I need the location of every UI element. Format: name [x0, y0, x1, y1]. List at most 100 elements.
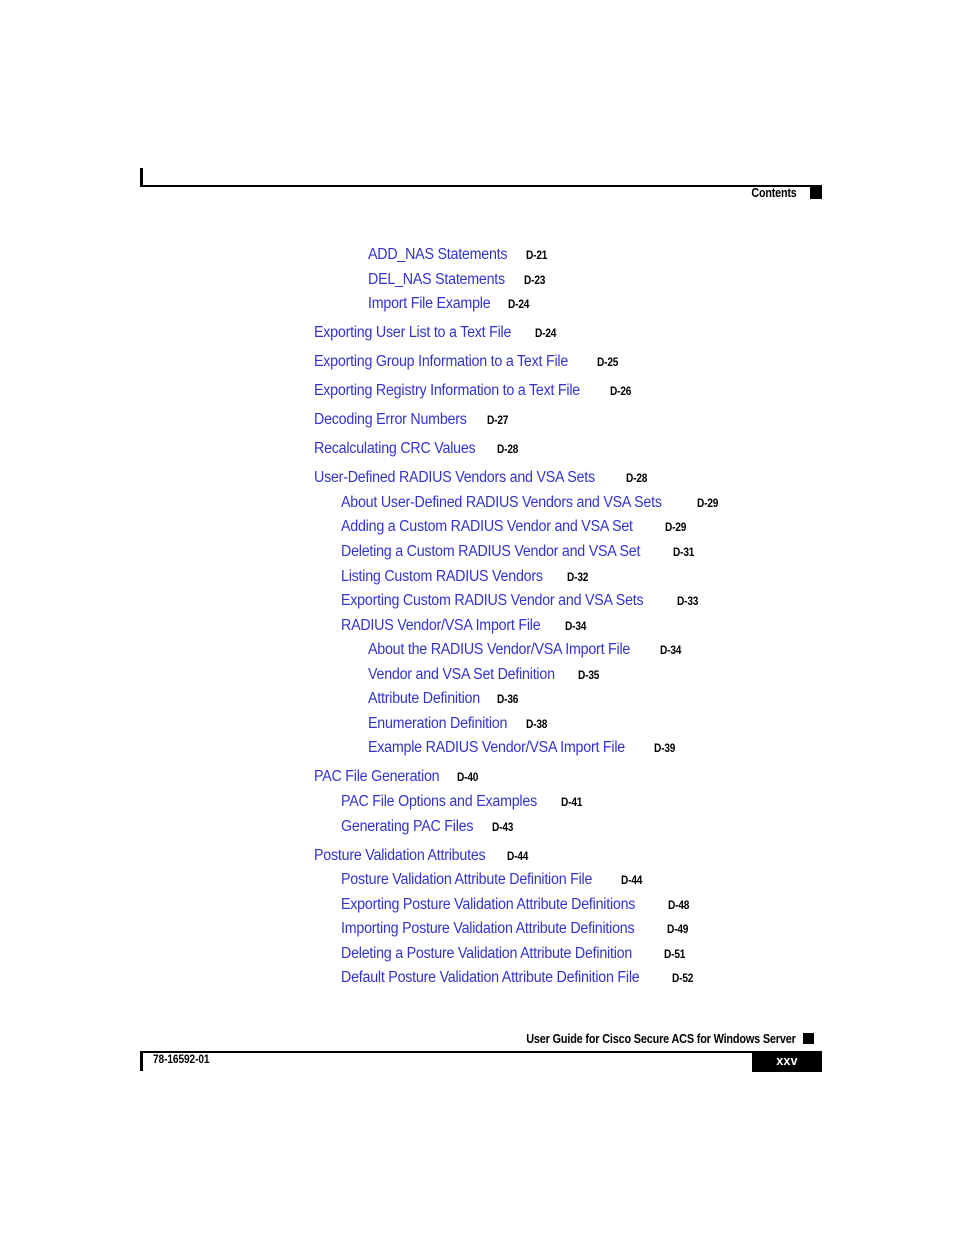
toc-entry[interactable]: Vendor and VSA Set Definition D-35 — [0, 663, 954, 688]
toc-entry-title: About User-Defined RADIUS Vendors and VS… — [341, 493, 662, 511]
toc-entry-title: Generating PAC Files — [341, 817, 474, 835]
toc-entry[interactable]: Attribute Definition D-36 — [0, 687, 954, 712]
toc-entry-title: Attribute Definition — [368, 690, 480, 708]
toc-entry[interactable]: Deleting a Custom RADIUS Vendor and VSA … — [0, 540, 954, 565]
toc-entry-page-number: D-26 — [610, 386, 632, 399]
toc-entry[interactable]: Example RADIUS Vendor/VSA Import File D-3… — [0, 736, 954, 761]
toc-entry[interactable]: Import File Example D-24 — [0, 292, 954, 317]
toc-entry-page-number: D-29 — [696, 497, 718, 510]
toc-entry[interactable]: Posture Validation Attribute Definition … — [0, 868, 954, 893]
toc-entry-title: Deleting a Custom RADIUS Vendor and VSA … — [341, 543, 641, 561]
document-page: Contents ADD_NAS Statements D-21 DEL_NAS S… — [0, 0, 954, 1235]
toc-entry[interactable]: Deleting a Posture Validation Attribute … — [0, 942, 954, 967]
toc-entry-page-number: D-48 — [667, 899, 690, 912]
toc-entry-page-number: D-43 — [491, 821, 513, 834]
toc-entry-page-number: D-28 — [626, 473, 648, 486]
toc-entry-title: PAC File Generation — [314, 768, 440, 786]
toc-entry-title: Decoding Error Numbers — [314, 411, 467, 429]
toc-entry-title: Exporting Custom RADIUS Vendor and VSA S… — [341, 592, 644, 610]
toc-entry[interactable]: Listing Custom RADIUS Vendors D-32 — [0, 565, 954, 590]
toc-entry-title: Deleting a Posture Validation Attribute … — [341, 944, 633, 962]
toc-entry[interactable]: Adding a Custom RADIUS Vendor and VSA Se… — [0, 515, 954, 540]
toc-entry[interactable]: Generating PAC Files D-43 — [0, 815, 954, 840]
toc-entry[interactable]: About User-Defined RADIUS Vendors and VS… — [0, 491, 954, 516]
toc-entry[interactable]: RADIUS Vendor/VSA Import File D-34 — [0, 614, 954, 639]
footer-book-title: User Guide for Cisco Secure ACS for Wind… — [526, 1032, 797, 1046]
toc-entry-page-number: D-23 — [523, 274, 546, 287]
toc-entry-page-number: D-31 — [673, 547, 695, 560]
toc-entry-page-number: D-38 — [526, 718, 548, 731]
toc-entry[interactable]: Exporting User List to a Text File D-24 — [0, 321, 954, 346]
footer-rule — [140, 1051, 822, 1053]
toc-entry[interactable]: Importing Posture Validation Attribute D… — [0, 917, 954, 942]
toc-entry[interactable]: Enumeration Definition D-38 — [0, 712, 954, 737]
toc-entry-title: Enumeration Definition — [368, 714, 508, 732]
toc-entry[interactable]: Exporting Posture Validation Attribute D… — [0, 893, 954, 918]
toc-entry[interactable]: Exporting Group Information to a Text Fi… — [0, 350, 954, 375]
toc-entry[interactable]: Exporting Registry Information to a Text… — [0, 379, 954, 404]
toc-entry-title: User-Defined RADIUS Vendors and VSA Sets — [314, 469, 595, 487]
toc-entry-page-number: D-24 — [535, 328, 557, 341]
toc-entry[interactable]: About the RADIUS Vendor/VSA Import File D… — [0, 638, 954, 663]
toc-entry-title: Listing Custom RADIUS Vendors — [341, 567, 543, 585]
header-rule — [140, 185, 822, 187]
toc-entry[interactable]: User-Defined RADIUS Vendors and VSA Sets… — [0, 466, 954, 491]
toc-entry-title: Exporting Group Information to a Text Fi… — [314, 353, 569, 371]
toc-entry-title: Exporting Registry Information to a Text… — [314, 382, 580, 400]
black-square-marker-icon — [803, 1033, 814, 1044]
running-footer: User Guide for Cisco Secure ACS for Wind… — [140, 1032, 822, 1078]
toc-entry-title: Exporting Posture Validation Attribute D… — [341, 895, 636, 913]
toc-entry-page-number: D-27 — [486, 415, 509, 428]
toc-entry[interactable]: Decoding Error Numbers D-27 — [0, 408, 954, 433]
toc-entry-page-number: D-44 — [507, 850, 529, 863]
toc-entry-page-number: D-28 — [496, 444, 518, 457]
toc-entry-title: RADIUS Vendor/VSA Import File — [341, 616, 541, 634]
toc-entry-page-number: D-51 — [664, 948, 686, 961]
toc-entry-page-number: D-36 — [496, 694, 518, 707]
toc-entry-page-number: D-21 — [526, 250, 548, 262]
toc-entry-page-number: D-32 — [567, 571, 589, 584]
toc-entry[interactable]: Posture Validation Attributes D-44 — [0, 844, 954, 869]
toc-entry-title: About the RADIUS Vendor/VSA Import File — [368, 641, 631, 659]
toc-entry-title: ADD_NAS Statements — [368, 246, 508, 263]
toc-entry[interactable]: Exporting Custom RADIUS Vendor and VSA S… — [0, 589, 954, 614]
header-title: Contents — [751, 186, 797, 200]
footer-page-number: xxv — [776, 1054, 798, 1068]
toc-entry-title: Example RADIUS Vendor/VSA Import File — [368, 739, 625, 757]
footer-document-number: 78-16592-01 — [153, 1054, 210, 1066]
toc-entry-title: Adding a Custom RADIUS Vendor and VSA Se… — [341, 518, 633, 536]
toc-entry[interactable]: DEL_NAS Statements D-23 — [0, 268, 954, 293]
toc-entry-page-number: D-34 — [564, 620, 586, 633]
toc-entry-title: Recalculating CRC Values — [314, 440, 476, 458]
footer-corner-tick-icon — [140, 1051, 143, 1071]
toc-entry-title: Exporting User List to a Text File — [314, 324, 512, 342]
toc-entry-page-number: D-40 — [457, 772, 479, 785]
toc-entry-page-number: D-52 — [672, 973, 694, 986]
black-square-marker-icon — [810, 187, 822, 199]
toc-entry-title: PAC File Options and Examples — [341, 792, 537, 810]
toc-entry[interactable]: Recalculating CRC Values D-28 — [0, 437, 954, 462]
toc-entry-page-number: D-35 — [578, 669, 600, 682]
toc-entry-page-number: D-44 — [621, 875, 643, 888]
toc-entry-page-number: D-29 — [665, 522, 687, 535]
toc-entry-page-number: D-41 — [561, 796, 583, 809]
toc-entry-page-number: D-24 — [508, 299, 530, 312]
toc-entry[interactable]: ADD_NAS Statements D-21 — [0, 243, 954, 268]
toc-entry-title: Posture Validation Attributes — [314, 846, 486, 864]
toc-entry-title: Importing Posture Validation Attribute D… — [341, 920, 635, 938]
toc-entry[interactable]: PAC File Options and Examples D-41 — [0, 790, 954, 815]
toc-entry-title: Vendor and VSA Set Definition — [368, 665, 555, 683]
toc-entry-title: Import File Example — [368, 295, 491, 313]
toc-entry-title: Posture Validation Attribute Definition … — [341, 871, 593, 889]
toc-entry-page-number: D-25 — [597, 357, 619, 370]
toc-entry-page-number: D-49 — [666, 924, 689, 937]
toc-entry[interactable]: Default Posture Validation Attribute Def… — [0, 966, 954, 991]
toc-entry-page-number: D-33 — [676, 596, 698, 609]
running-header: Contents — [140, 168, 822, 202]
toc-entry-title: DEL_NAS Statements — [368, 270, 505, 288]
toc-entry-title: Default Posture Validation Attribute Def… — [341, 969, 640, 987]
toc-entry-page-number: D-39 — [654, 743, 676, 756]
toc-entry-page-number: D-34 — [659, 645, 682, 658]
table-of-contents: ADD_NAS Statements D-21 DEL_NAS Statements… — [0, 243, 954, 991]
toc-entry[interactable]: PAC File Generation D-40 — [0, 765, 954, 790]
